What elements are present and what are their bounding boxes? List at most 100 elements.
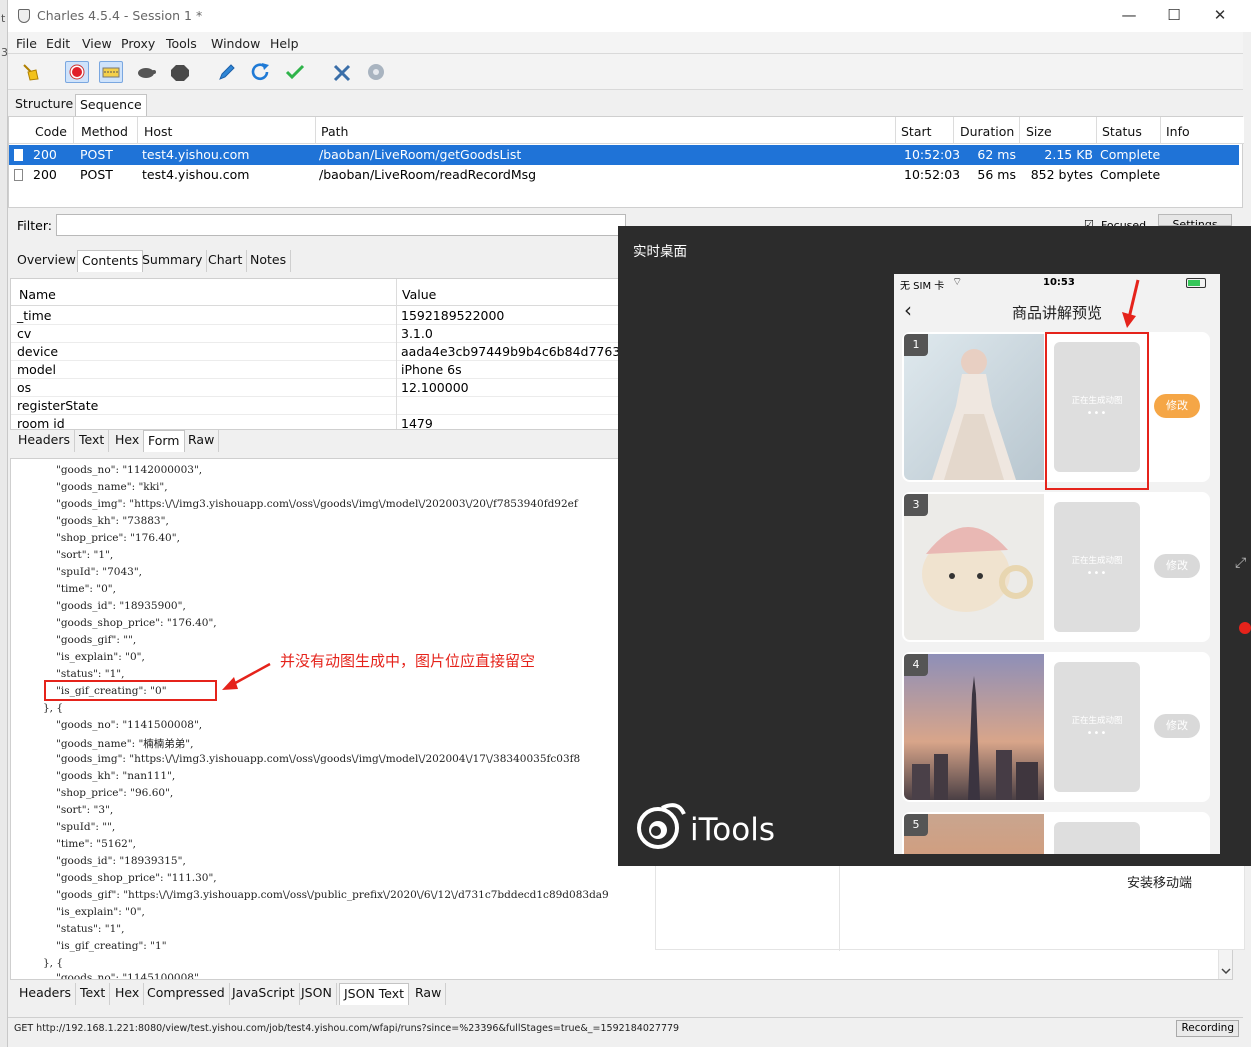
stop-icon[interactable] (168, 61, 192, 83)
sequence-row[interactable]: 200 POST test4.yishou.com /baoban/LiveRo… (9, 145, 1239, 165)
itools-title: 实时桌面 (633, 244, 687, 260)
menu-help[interactable]: Help (270, 36, 299, 51)
record-icon[interactable] (65, 61, 89, 83)
loading-dots: ••• (1086, 728, 1108, 739)
form-row[interactable]: model iPhone 6s (11, 361, 619, 379)
tab-notes[interactable]: Notes (246, 250, 292, 272)
tab-overview[interactable]: Overview (13, 250, 81, 272)
tab-response-json-text[interactable]: JSON Text (339, 983, 410, 1005)
form-row[interactable]: registerState (11, 397, 619, 415)
tab-response-json[interactable]: JSON (297, 983, 337, 1005)
form-row[interactable]: os 12.100000 (11, 379, 619, 397)
close-button[interactable]: ✕ (1202, 4, 1238, 28)
edit-button[interactable]: 修改 (1154, 714, 1200, 738)
tab-request-raw[interactable]: Raw (184, 430, 220, 452)
menu-window[interactable]: Window (211, 36, 260, 51)
tab-response-javascript[interactable]: JavaScript (228, 983, 300, 1005)
cell-path: /baoban/LiveRoom/getGoodsList (319, 147, 522, 162)
cell-status: Complete (1100, 147, 1161, 162)
itools-logo-text: iTools (690, 812, 775, 848)
check-icon[interactable] (283, 61, 307, 83)
goods-card: 4 正在生成动图 ••• 修改 (902, 652, 1210, 802)
request-tabs: Headers Text Hex Form Raw (8, 430, 628, 452)
edit-button[interactable]: 修改 (1154, 554, 1200, 578)
turtle-icon[interactable] (134, 61, 158, 83)
col-info[interactable]: Info (1166, 124, 1190, 139)
filter-settings-button[interactable]: Settings (1158, 214, 1232, 226)
cell-duration: 62 ms (977, 147, 1016, 162)
tab-request-text[interactable]: Text (75, 430, 110, 452)
sequence-row[interactable]: 200 POST test4.yishou.com /baoban/LiveRo… (9, 165, 1239, 185)
install-mobile-label: 安装移动端 (1127, 876, 1193, 891)
json-line: "goods_no": "1145100008" (56, 972, 199, 980)
tab-summary[interactable]: Summary (138, 250, 208, 272)
tab-response-headers[interactable]: Headers (15, 983, 77, 1005)
json-line: "goods_kh": "nan111", (56, 770, 176, 782)
card-number: 5 (904, 814, 928, 836)
phone-nav-bar: ‹ 商品讲解预览 (894, 294, 1220, 330)
tab-response-raw[interactable]: Raw (411, 983, 447, 1005)
background-window-edge: t 3( (0, 0, 12, 1047)
filter-bar: Filter: (8, 212, 628, 240)
form-row[interactable]: cv 3.1.0 (11, 325, 619, 343)
form-row[interactable]: device aada4e3cb97449b9b4c6b84d776335l (11, 343, 619, 361)
menu-view[interactable]: View (82, 36, 112, 51)
tab-response-hex[interactable]: Hex (111, 983, 145, 1005)
col-start[interactable]: Start (901, 124, 932, 139)
json-line: "goods_kh": "73883", (56, 515, 169, 527)
col-method[interactable]: Method (81, 124, 128, 139)
tools-icon[interactable] (330, 61, 354, 83)
tab-request-headers[interactable]: Headers (14, 430, 76, 452)
tab-contents[interactable]: Contents (77, 250, 144, 272)
record-dot-icon[interactable] (1239, 622, 1251, 634)
form-row[interactable]: room id 1479 (11, 415, 619, 429)
json-line: "goods_id": "18935900", (56, 600, 186, 612)
goods-image[interactable] (904, 654, 1044, 800)
annotation-highlight-box (44, 680, 217, 701)
phone-status-bar: 无 SIM 卡 ⌔ 10:53 (894, 274, 1220, 292)
maximize-button[interactable]: ☐ (1156, 4, 1192, 28)
menu-edit[interactable]: Edit (46, 36, 70, 51)
menu-file[interactable]: File (16, 36, 37, 51)
throttle-icon[interactable] (99, 61, 123, 83)
menu-proxy[interactable]: Proxy (121, 36, 155, 51)
col-status[interactable]: Status (1102, 124, 1142, 139)
tab-request-hex[interactable]: Hex (111, 430, 145, 452)
tab-request-form[interactable]: Form (143, 430, 185, 452)
tab-response-compressed[interactable]: Compressed (143, 983, 230, 1005)
filter-input[interactable] (56, 214, 626, 236)
json-line: }, { (43, 702, 64, 714)
filter-label: Filter: (17, 218, 52, 233)
col-size[interactable]: Size (1026, 124, 1052, 139)
goods-image[interactable] (904, 334, 1044, 480)
request-icon (14, 169, 23, 181)
menu-tools[interactable]: Tools (166, 36, 197, 51)
pen-icon[interactable] (214, 61, 238, 83)
json-line: "status": "1", (56, 923, 125, 935)
cell-status: Complete (1100, 167, 1161, 182)
col-code[interactable]: Code (35, 124, 67, 139)
broom-icon[interactable] (18, 61, 42, 83)
cell-size: 2.15 KB (1044, 147, 1093, 162)
json-line: "goods_no": "1142000003", (56, 464, 203, 476)
highlight-arrow-icon (1122, 279, 1140, 328)
form-row[interactable]: _time 1592189522000 (11, 307, 619, 325)
goods-image[interactable] (904, 494, 1044, 640)
json-line: "spuId": "7043", (56, 566, 142, 578)
cell-code: 200 (33, 147, 57, 162)
tab-response-text[interactable]: Text (76, 983, 111, 1005)
minimize-button[interactable]: — (1111, 4, 1147, 28)
col-duration[interactable]: Duration (960, 124, 1014, 139)
fullscreen-icon[interactable]: ⤢ (1235, 555, 1246, 571)
tab-chart[interactable]: Chart (204, 250, 248, 272)
goods-card: 5 (902, 812, 1210, 854)
recording-badge[interactable]: Recording (1176, 1020, 1239, 1037)
goods-card: 3 正在生成动图 ••• 修改 (902, 492, 1210, 642)
edit-button[interactable]: 修改 (1154, 394, 1200, 418)
col-host[interactable]: Host (144, 124, 172, 139)
refresh-icon[interactable] (249, 61, 273, 83)
gear-icon[interactable] (364, 61, 388, 83)
tab-sequence[interactable]: Sequence (75, 94, 147, 116)
col-path[interactable]: Path (321, 124, 348, 139)
tab-structure[interactable]: Structure (11, 94, 79, 116)
